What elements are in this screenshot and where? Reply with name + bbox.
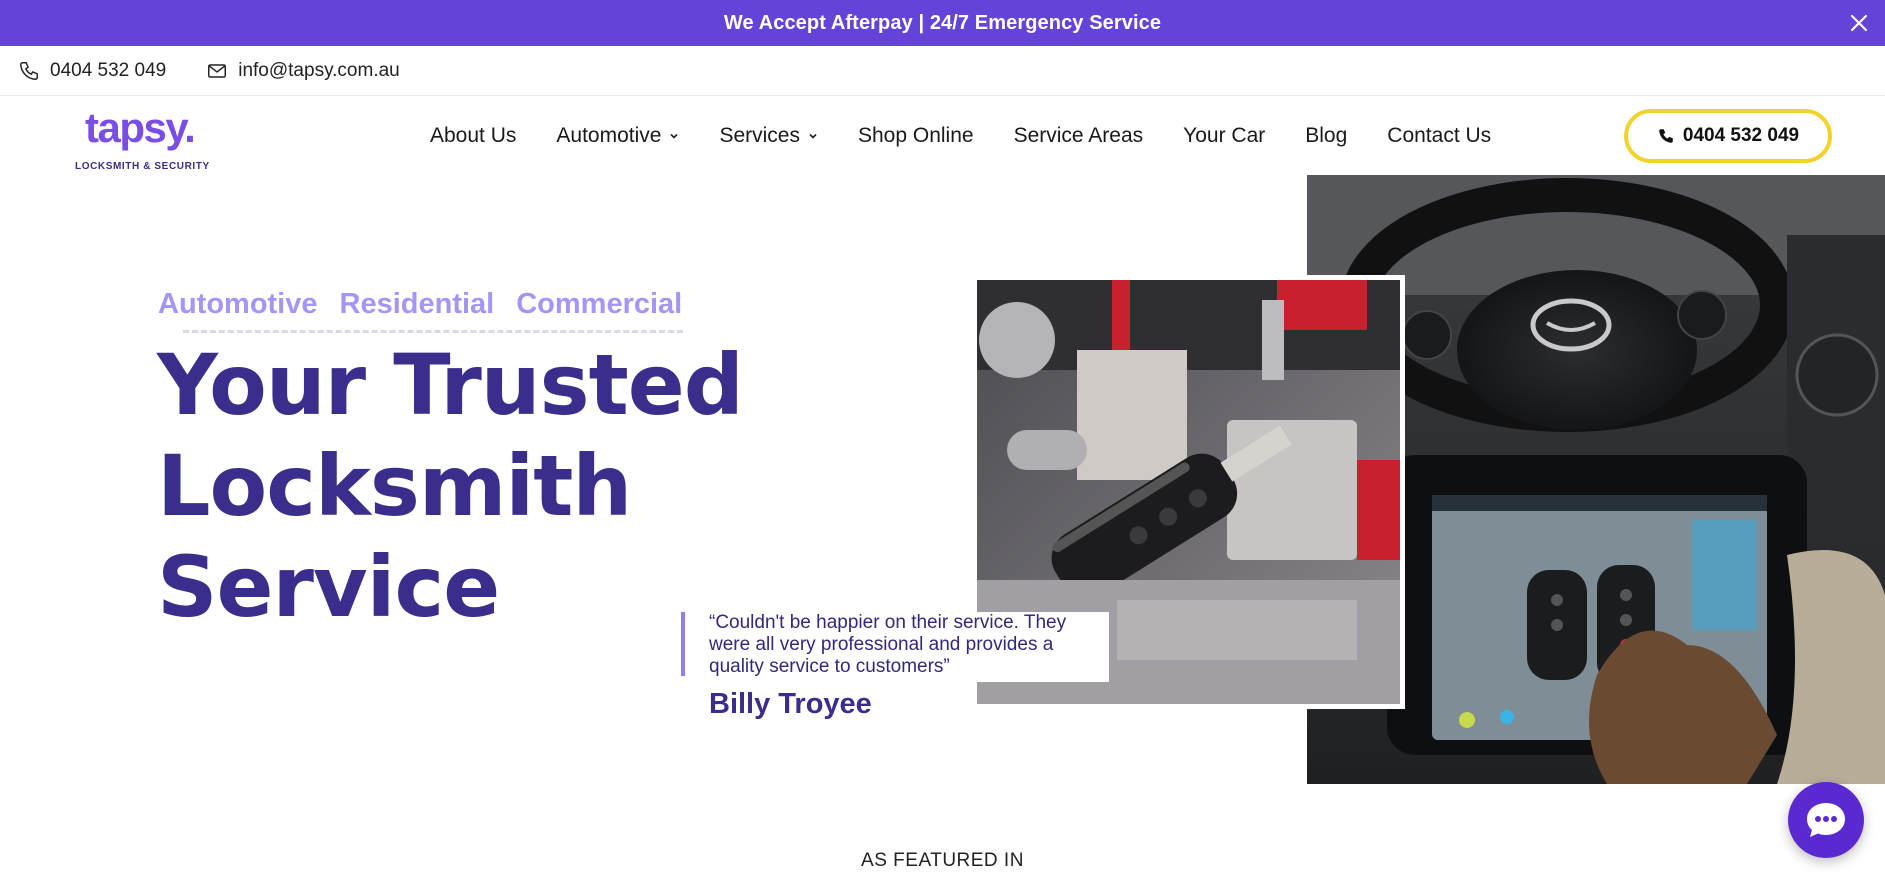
testimonial-author: Billy Troyee	[709, 688, 872, 720]
nav-item-label: Services	[719, 124, 800, 147]
logo-tagline: LOCKSMITH & SECURITY	[75, 161, 210, 172]
nav-item-label: Automotive	[556, 124, 662, 147]
announcement-text: We Accept Afterpay | 24/7 Emergency Serv…	[723, 11, 1162, 34]
hero-categories: Automotive Residential Commercial	[158, 288, 682, 321]
contact-bar: 0404 532 049 info@tapsy.com.au	[0, 46, 1885, 96]
announcement-bar: We Accept Afterpay | 24/7 Emergency Serv…	[0, 0, 1885, 46]
close-icon[interactable]	[1847, 11, 1871, 35]
phone-icon	[1659, 129, 1673, 143]
main-nav: About Us Automotive Services Shop Online Ser…	[430, 96, 1491, 176]
nav-item-blog[interactable]: Blog	[1305, 124, 1347, 148]
hero-title: Your Trusted Locksmith Service	[157, 335, 777, 638]
envelope-icon	[208, 63, 227, 78]
testimonial-accent-bar	[681, 612, 685, 676]
contact-phone-text: 0404 532 049	[50, 59, 167, 81]
contact-email-text: info@tapsy.com.au	[238, 59, 400, 81]
nav-item-services[interactable]: Services	[719, 124, 818, 148]
nav-item-service-areas[interactable]: Service Areas	[1014, 124, 1144, 148]
hero-title-line: Your Trusted	[157, 336, 744, 434]
chevron-down-icon	[809, 133, 817, 139]
nav-item-label: Service Areas	[1013, 124, 1144, 147]
nav-item-about-us[interactable]: About Us	[430, 124, 516, 148]
contact-phone-link[interactable]: 0404 532 049	[18, 60, 166, 82]
logo-wordmark: tapsy.	[85, 104, 196, 151]
nav-item-automotive[interactable]: Automotive	[556, 124, 679, 148]
contact-email-link[interactable]: info@tapsy.com.au	[206, 60, 400, 82]
call-button[interactable]: 0404 532 049	[1624, 109, 1832, 163]
chevron-down-icon	[670, 133, 679, 139]
testimonial-quote: “Couldn't be happier on their service. T…	[709, 612, 1109, 682]
category-automotive: Automotive	[158, 288, 318, 320]
hero-divider	[183, 330, 683, 333]
nav-item-your-car[interactable]: Your Car	[1183, 124, 1265, 148]
category-residential: Residential	[339, 288, 495, 320]
phone-icon	[20, 61, 38, 80]
nav-item-shop-online[interactable]: Shop Online	[858, 124, 974, 148]
featured-in-heading: AS FEATURED IN	[861, 850, 1024, 871]
chat-button[interactable]	[1788, 782, 1864, 858]
nav-item-label: Shop Online	[857, 124, 974, 147]
nav-item-label: About Us	[430, 124, 517, 147]
hero-title-line: Locksmith	[157, 437, 632, 535]
nav-item-label: Blog	[1305, 124, 1348, 147]
category-commercial: Commercial	[516, 288, 683, 320]
nav-item-label: Contact Us	[1387, 124, 1492, 147]
call-button-label: 0404 532 049	[1682, 125, 1800, 146]
logo[interactable]: tapsy. LOCKSMITH & SECURITY	[75, 104, 215, 172]
chat-bubble-icon	[1807, 803, 1845, 837]
nav-item-contact-us[interactable]: Contact Us	[1387, 124, 1491, 148]
site-header: tapsy. LOCKSMITH & SECURITY About Us Auto…	[0, 96, 1885, 176]
nav-item-label: Your Car	[1183, 124, 1266, 147]
